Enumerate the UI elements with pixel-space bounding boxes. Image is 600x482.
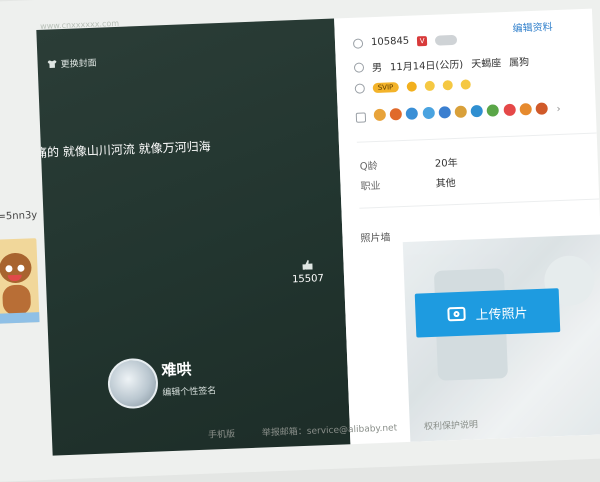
medal-icon <box>454 105 467 118</box>
personal-info-row: 男 11月14日(公历) 天蝎座 属狗 <box>353 53 530 75</box>
divider <box>359 198 600 209</box>
medal-icon <box>519 103 532 116</box>
profile-card: 更换封面 痛的 就像山川河流 就像万河归海 15507 难哄 编辑个性签名 编辑… <box>36 8 600 456</box>
medal-icon <box>389 108 403 121</box>
medal-icon <box>470 104 484 118</box>
crown-level-icon <box>406 81 417 92</box>
footer-copyright-link[interactable]: 权利保护说明 <box>424 420 478 432</box>
q-age-value: 20年 <box>434 157 458 170</box>
bell-icon <box>352 37 364 49</box>
medal-icon <box>405 107 419 120</box>
job-value: 其他 <box>435 177 456 190</box>
qq-number-row: 105845 V <box>352 34 458 49</box>
medal-icon <box>503 103 516 117</box>
chevron-right-icon[interactable]: › <box>556 104 560 115</box>
level-row: SVIP <box>354 79 471 94</box>
star-level-icon <box>442 80 453 91</box>
upload-photo-label: 上传照片 <box>475 305 528 323</box>
q-age-label: Q龄 <box>359 160 378 173</box>
cover-panel: 更换封面 痛的 就像山川河流 就像万河归海 15507 难哄 编辑个性签名 <box>36 18 351 456</box>
edit-profile-link[interactable]: 编辑资料 <box>512 18 552 35</box>
medal-icon <box>422 106 435 120</box>
crown-icon <box>354 83 365 94</box>
grey-badge-icon <box>435 34 458 46</box>
change-cover-label: 更换封面 <box>60 58 97 71</box>
svip-badge[interactable]: SVIP <box>372 82 399 94</box>
job-row: 职业 其他 <box>360 174 456 193</box>
medal-row: › <box>355 102 561 125</box>
nickname: 难哄 <box>161 360 192 380</box>
job-label: 职业 <box>360 180 381 193</box>
medal-icon <box>535 102 548 115</box>
upload-photo-button[interactable]: 上传照片 <box>414 288 561 338</box>
change-cover-button[interactable]: 更换封面 <box>47 56 97 71</box>
avatar[interactable] <box>107 357 159 410</box>
photo-wall-placeholder <box>402 234 600 442</box>
person-icon <box>353 61 365 73</box>
background-monkey-avatar <box>0 238 40 324</box>
medal-icon <box>486 104 500 117</box>
birthday: 11月14日(公历) <box>389 59 464 74</box>
qq-number: 105845 <box>370 35 410 49</box>
like-count: 15507 <box>291 273 325 286</box>
moon-level-icon <box>424 80 435 92</box>
like-counter[interactable]: 15507 <box>291 259 324 285</box>
thumbs-up-icon <box>302 260 312 270</box>
cover-banner-text: 痛的 就像山川河流 就像万河归海 <box>36 139 211 161</box>
background-user-id: r=5nn3y <box>0 210 38 223</box>
photo-wall-title: 照片墙 <box>360 232 391 245</box>
camera-icon <box>447 306 466 322</box>
edit-signature-link[interactable]: 编辑个性签名 <box>162 383 216 398</box>
chinese-zodiac: 属狗 <box>509 57 530 69</box>
screen: www.cnxxxxxx.com r=5nn3y 更换封面 痛的 就像山川河流 … <box>0 0 600 482</box>
divider <box>356 132 597 143</box>
q-age-row: Q龄 20年 <box>359 154 458 173</box>
vip-red-badge: V <box>417 35 428 46</box>
star-level-icon <box>460 79 471 90</box>
gender: 男 <box>371 62 383 75</box>
zodiac: 天蝎座 <box>471 58 502 71</box>
medal-list[interactable] <box>373 102 549 124</box>
footer-mobile-link[interactable]: 手机版 <box>208 430 235 441</box>
info-panel: 编辑资料 105845 V 男 11月14日(公历) 天蝎座 属狗 SVIP ›… <box>334 8 600 445</box>
gift-icon <box>355 111 367 123</box>
shirt-icon <box>47 60 56 68</box>
medal-icon <box>438 106 451 119</box>
medal-icon <box>373 108 387 122</box>
